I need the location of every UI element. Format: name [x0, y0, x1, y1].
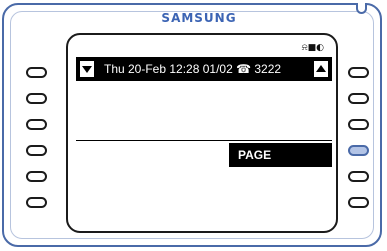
status-bar: Thu 20-Feb 12:28 01/02 ☎ 3222: [76, 57, 332, 81]
status-icons: ⍾■◐: [301, 43, 324, 53]
brand-logo: SAMSUNG: [161, 11, 237, 25]
right-soft-key-1[interactable]: [348, 67, 369, 78]
lcd-divider: [76, 140, 332, 141]
right-soft-key-3[interactable]: [348, 119, 369, 130]
right-soft-key-page[interactable]: [348, 145, 369, 156]
right-soft-key-2[interactable]: [348, 93, 369, 104]
left-soft-key-3[interactable]: [26, 119, 47, 130]
arrow-up-icon: [316, 65, 326, 72]
right-soft-key-5[interactable]: [348, 171, 369, 182]
left-soft-key-1[interactable]: [26, 67, 47, 78]
left-soft-key-5[interactable]: [26, 171, 47, 182]
page-softkey-label[interactable]: PAGE: [229, 143, 332, 167]
right-soft-key-6[interactable]: [348, 197, 369, 208]
status-line: Thu 20-Feb 12:28 01/02 ☎ 3222: [104, 62, 282, 76]
handset-hook: [356, 3, 367, 14]
scroll-up-button[interactable]: [314, 61, 328, 77]
scroll-down-button[interactable]: [80, 61, 94, 77]
left-soft-key-2[interactable]: [26, 93, 47, 104]
left-soft-key-4[interactable]: [26, 145, 47, 156]
arrow-down-icon: [82, 66, 92, 73]
left-soft-key-6[interactable]: [26, 197, 47, 208]
